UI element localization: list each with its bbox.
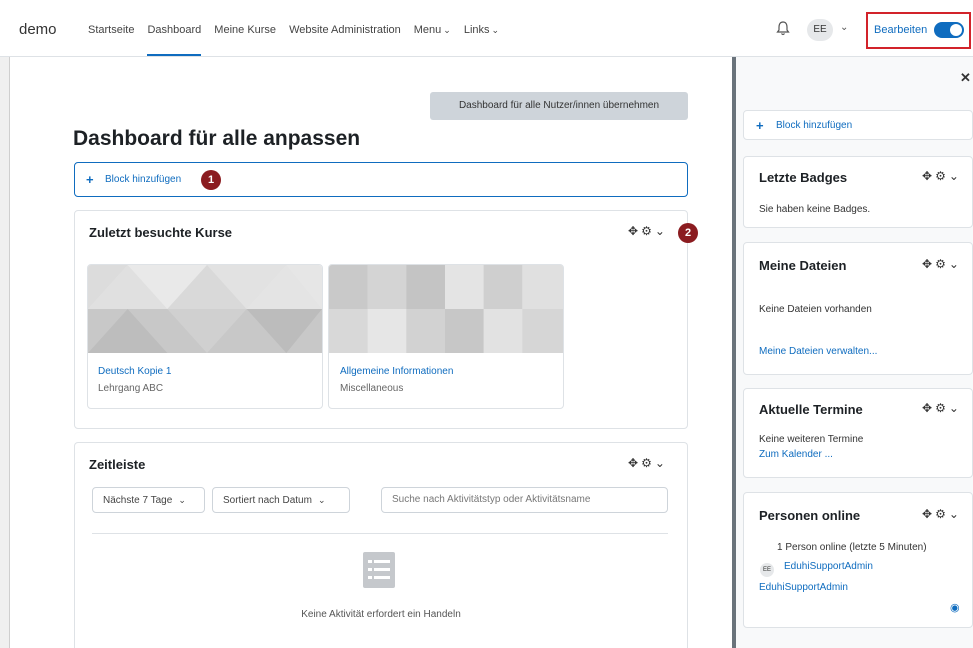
badges-block: Letzte Badges ✥⚙⌄ Sie haben keine Badges…: [743, 156, 973, 228]
chevron-down-icon: ⌄: [178, 495, 186, 505]
badges-title: Letzte Badges: [759, 170, 848, 185]
online-users-block: Personen online ✥⚙⌄ 1 Person online (let…: [743, 492, 973, 628]
online-user-link[interactable]: EduhiSupportAdmin: [784, 561, 873, 572]
chevron-down-icon: ⌄: [317, 495, 326, 505]
chevron-down-icon[interactable]: ⌄: [949, 401, 962, 415]
files-controls: ✥⚙⌄: [922, 257, 962, 271]
gear-icon[interactable]: ⚙: [935, 401, 949, 415]
move-icon[interactable]: ✥: [922, 169, 935, 183]
nav-item-links[interactable]: Links ⌄: [464, 0, 499, 56]
course-name[interactable]: Deutsch Kopie 1: [98, 366, 171, 377]
timeline-block: Keine Aktivität erfordert ein Handeln: [74, 442, 688, 648]
add-block-button[interactable]: + Block hinzufügen: [74, 162, 688, 197]
gear-icon[interactable]: ⚙: [935, 507, 949, 521]
chevron-down-icon[interactable]: ⌄: [655, 224, 668, 238]
recent-courses-title: Zuletzt besuchte Kurse: [89, 225, 233, 240]
timeline-range-select[interactable]: Nächste 7 Tage ⌄: [92, 487, 205, 513]
online-user-avatar: EE: [760, 563, 774, 577]
badges-controls: ✥⚙⌄: [922, 169, 962, 183]
primary-navigation: Startseite Dashboard Meine Kurse Website…: [88, 0, 512, 56]
move-icon[interactable]: ✥: [922, 257, 935, 271]
course-card-allgemeine-informationen[interactable]: Allgemeine Informationen Miscellaneous: [328, 264, 564, 409]
site-brand[interactable]: demo: [19, 21, 57, 38]
gear-icon[interactable]: ⚙: [935, 169, 949, 183]
move-icon[interactable]: ✥: [628, 456, 641, 470]
nav-item-startseite[interactable]: Startseite: [88, 0, 134, 56]
move-icon[interactable]: ✥: [628, 224, 641, 238]
badges-text: Sie haben keine Badges.: [759, 204, 871, 215]
edit-mode-toggle[interactable]: [934, 22, 964, 38]
files-text: Keine Dateien vorhanden: [759, 304, 872, 315]
nav-item-meine-kurse[interactable]: Meine Kurse: [214, 0, 276, 56]
events-text: Keine weiteren Termine: [759, 434, 864, 445]
events-title: Aktuelle Termine: [759, 402, 863, 417]
timeline-title: Zeitleiste: [89, 457, 146, 472]
chevron-down-icon[interactable]: ⌄: [949, 507, 962, 521]
events-block: Aktuelle Termine ✥⚙⌄ Keine weiteren Term…: [743, 388, 973, 478]
move-icon[interactable]: ✥: [922, 401, 935, 415]
gear-icon[interactable]: ⚙: [935, 257, 949, 271]
drawer-add-block-label: Block hinzufügen: [776, 120, 853, 131]
chevron-down-icon: ⌄: [491, 25, 500, 35]
move-icon[interactable]: ✥: [922, 507, 935, 521]
nav-item-menu-label: Menu: [413, 24, 442, 36]
close-icon[interactable]: ✕: [960, 70, 971, 86]
nav-item-links-label: Links: [463, 24, 490, 36]
gear-icon[interactable]: ⚙: [641, 456, 655, 470]
calendar-link[interactable]: Zum Kalender ...: [759, 449, 833, 460]
events-controls: ✥⚙⌄: [922, 401, 962, 415]
online-users-title: Personen online: [759, 508, 861, 523]
chevron-down-icon[interactable]: ⌄: [840, 22, 848, 33]
step-marker-2: 2: [678, 223, 698, 243]
files-title: Meine Dateien: [759, 258, 847, 273]
reset-dashboard-for-all-button[interactable]: Dashboard für alle Nutzer/innen übernehm…: [430, 92, 688, 120]
online-user-link-secondary[interactable]: EduhiSupportAdmin: [759, 582, 848, 593]
timeline-search-input[interactable]: Suche nach Aktivitätstyp oder Aktivitäts…: [381, 487, 668, 513]
timeline-empty-text: Keine Aktivität erfordert ein Handeln: [301, 609, 461, 620]
add-block-label: Block hinzufügen: [105, 174, 182, 185]
empty-list-icon: [363, 552, 395, 588]
nav-item-dashboard[interactable]: Dashboard: [147, 0, 202, 56]
edit-mode-label[interactable]: Bearbeiten: [874, 24, 927, 36]
course-card-deutsch-kopie-1[interactable]: Deutsch Kopie 1 Lehrgang ABC: [87, 264, 323, 409]
plus-icon: +: [756, 118, 764, 133]
timeline-controls: ✥⚙⌄: [628, 456, 668, 470]
notification-bell-icon[interactable]: [776, 20, 790, 36]
chevron-down-icon[interactable]: ⌄: [655, 456, 668, 470]
course-category: Lehrgang ABC: [98, 383, 164, 394]
timeline-sort-select[interactable]: Sortiert nach Datum ⌄: [212, 487, 350, 513]
nav-item-website-administration[interactable]: Website Administration: [289, 0, 401, 56]
chevron-down-icon: ⌄: [443, 25, 451, 35]
files-block: Meine Dateien ✥⚙⌄ Keine Dateien vorhande…: [743, 242, 973, 375]
gear-icon[interactable]: ⚙: [641, 224, 655, 238]
timeline-range-value: Nächste 7 Tage: [103, 495, 173, 506]
timeline-divider: [92, 533, 668, 534]
online-users-count: 1 Person online (letzte 5 Minuten): [777, 542, 927, 553]
nav-item-menu[interactable]: Menu ⌄: [414, 0, 451, 56]
eye-icon[interactable]: ◉: [950, 601, 960, 614]
online-users-controls: ✥⚙⌄: [922, 507, 962, 521]
course-image: [329, 265, 563, 353]
timeline-sort-value: Sortiert nach Datum: [223, 495, 312, 506]
top-navbar: demo Startseite Dashboard Meine Kurse We…: [0, 0, 973, 57]
course-name[interactable]: Allgemeine Informationen: [340, 366, 453, 377]
chevron-down-icon[interactable]: ⌄: [949, 257, 962, 271]
chevron-down-icon[interactable]: ⌄: [949, 169, 962, 183]
manage-files-link[interactable]: Meine Dateien verwalten...: [759, 346, 877, 357]
drawer-add-block-button[interactable]: + Block hinzufügen: [743, 110, 973, 140]
step-marker-1: 1: [201, 170, 221, 190]
course-category: Miscellaneous: [340, 383, 404, 394]
recent-courses-controls: ✥⚙⌄: [628, 224, 668, 238]
user-avatar-button[interactable]: EE: [807, 19, 833, 41]
course-image: [88, 265, 322, 353]
plus-icon: +: [86, 172, 94, 187]
page-title: Dashboard für alle anpassen: [73, 127, 361, 150]
